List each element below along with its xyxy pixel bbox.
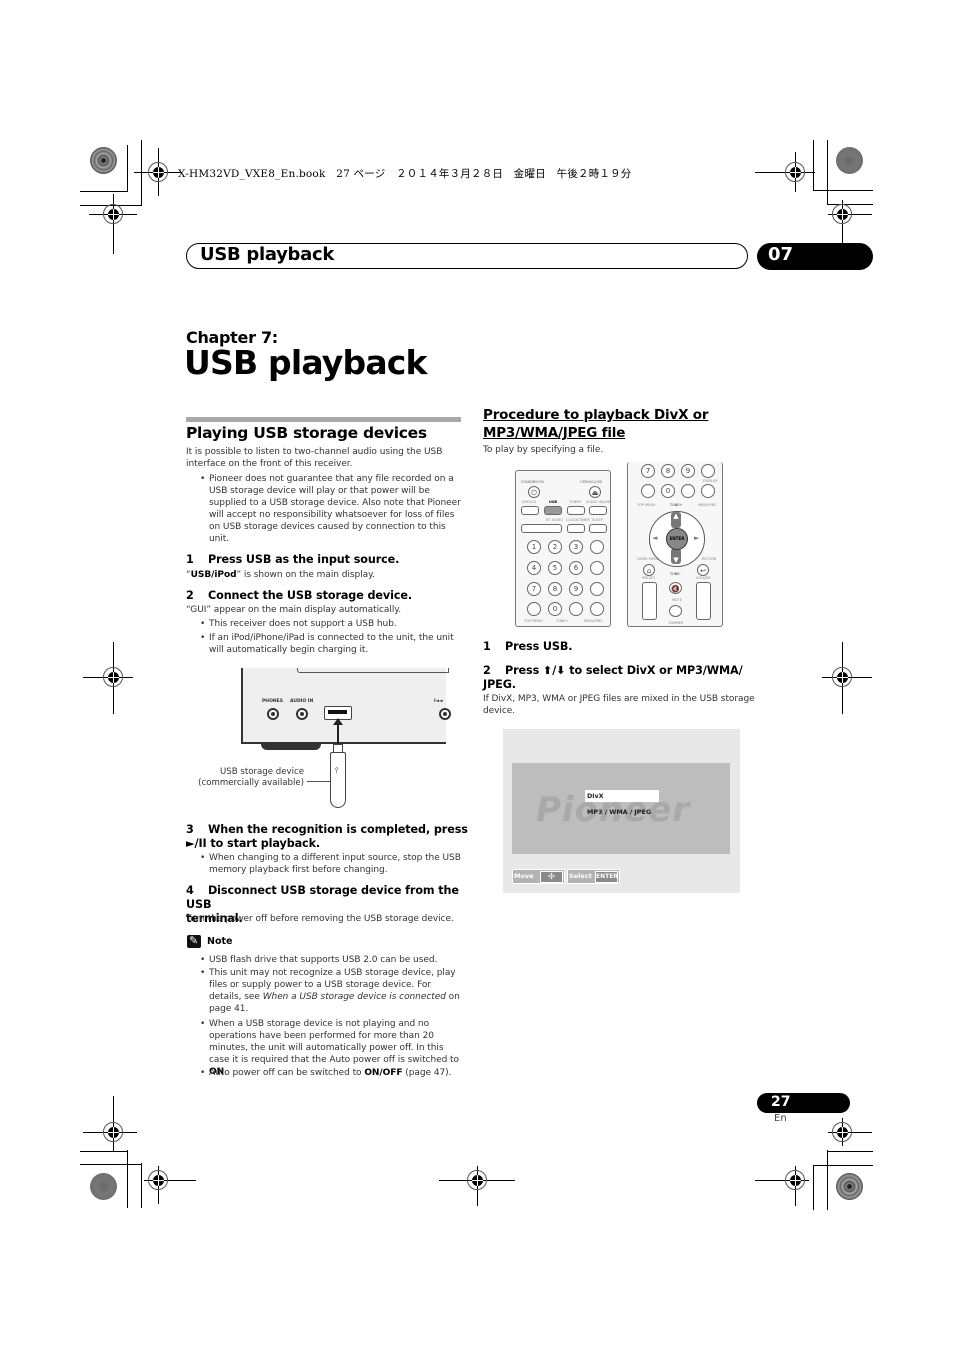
crop-mark	[141, 140, 142, 206]
right-step-2-title: 2 Press ⬆/⬇ to select DivX or MP3/WMA/JPE…	[483, 664, 743, 691]
crop-mark	[827, 204, 873, 205]
crop-mark	[127, 1150, 128, 1208]
procedure-intro: To play by specifying a file.	[483, 445, 604, 455]
remote-up-arrow-icon: ▲	[671, 512, 681, 528]
note-bullet: USB flash drive that supports USB 2.0 ca…	[186, 954, 466, 966]
registration-swirl-icon	[836, 147, 863, 174]
registration-swirl-icon	[90, 147, 117, 174]
step-1-title: 1 Press USB as the input source.	[186, 553, 400, 566]
crop-mark	[80, 1151, 128, 1152]
crop-mark	[813, 1165, 814, 1210]
remote-navigation-illustration: 7 8 9 DISPLAY 0 TOP MENU MENU/PBC TUNE+ …	[627, 462, 723, 627]
skip-label: I◄◄	[434, 699, 443, 704]
remote-return-icon: ↩	[697, 564, 709, 576]
remote-clock-button	[567, 524, 585, 533]
right-step-1-title: 1 Press USB.	[483, 640, 573, 653]
registration-swirl-icon	[836, 1173, 863, 1200]
menu-item-mp3-wma-jpeg[interactable]: MP3 / WMA / JPEG	[587, 808, 651, 816]
crop-mark	[80, 191, 128, 192]
remote-tuner-button	[567, 506, 585, 515]
section-divider	[186, 417, 461, 422]
insert-arrow-line	[337, 722, 339, 744]
move-arrows-icon: ✣	[540, 871, 563, 883]
right-step-2-desc: If DivX, MP3, WMA or JPEG files are mixe…	[483, 694, 755, 716]
remote-control-illustration: STANDBY/ON OPEN/CLOSE ⏻ ⏏ DVD/CD USB TUN…	[515, 470, 611, 627]
receiver-foot	[261, 744, 321, 750]
crop-mark	[80, 1164, 142, 1165]
registration-swirl-icon	[90, 1173, 117, 1200]
remote-down-arrow-icon: ▼	[671, 548, 681, 564]
phones-label: PHONES	[262, 699, 283, 704]
crop-mark	[127, 145, 128, 192]
step-2-bullet: If an iPod/iPhone/iPad is connected to t…	[186, 632, 466, 656]
step-1-desc: “USB/iPod” is shown on the main display.	[186, 570, 375, 580]
section-title: Playing USB storage devices	[186, 424, 427, 442]
step-3-title: 3 When the recognition is completed, pres…	[186, 823, 468, 850]
crop-mark	[813, 190, 873, 191]
crop-mark	[141, 1163, 142, 1208]
note-pencil-icon	[187, 934, 201, 948]
enter-key-icon: ENTER	[595, 871, 618, 883]
remote-mute-icon: 🔇	[669, 582, 682, 594]
remote-right-arrow-icon: ►	[694, 534, 700, 542]
move-label: Move	[514, 872, 534, 880]
procedure-title: Procedure to playback DivX or MP3/WMA/JP…	[483, 407, 709, 441]
usb-device-callout: USB storage device (commercially availabl…	[198, 767, 304, 788]
remote-sleep-button	[589, 524, 607, 533]
chapter-title: USB playback	[184, 343, 428, 382]
remote-preset-rocker	[642, 582, 657, 620]
chapter-number: 07	[768, 244, 794, 265]
note-bullet: This unit may not recognize a USB storag…	[186, 967, 466, 1015]
menu-item-divx[interactable]: DivX	[587, 792, 604, 800]
note-label: Note	[207, 936, 233, 947]
remote-home-icon: ⌂	[643, 564, 655, 576]
remote-left-arrow-icon: ◄	[652, 534, 658, 542]
note-bullet: Auto power off can be switched to ON/OFF…	[186, 1067, 466, 1079]
select-label: Select	[569, 872, 592, 880]
usb-stick-icon	[330, 752, 346, 808]
crop-mark	[842, 226, 843, 244]
disc-slot	[297, 668, 449, 673]
step-2-desc: “GUI” appear on the main display automat…	[186, 605, 402, 615]
remote-dvd-button	[521, 506, 539, 515]
crop-mark	[813, 1165, 873, 1166]
callout-line	[307, 781, 330, 782]
step-2-title: 2 Connect the USB storage device.	[186, 589, 412, 602]
step-3-bullet: When changing to a different input sourc…	[186, 852, 466, 876]
audio-in-jack-icon	[296, 708, 308, 720]
phones-jack-icon	[267, 708, 279, 720]
print-header: X-HM32VD_VXE8_En.book 27 ページ ２０１４年３月２８日 …	[178, 168, 632, 180]
page-number: 27	[771, 1094, 791, 1110]
intro-bullet: Pioneer does not guarantee that any file…	[186, 473, 461, 545]
language-code: En	[774, 1113, 787, 1124]
knob-icon	[439, 708, 451, 720]
remote-audio-in-button	[589, 506, 607, 515]
remote-bt-audio-button	[521, 524, 562, 533]
remote-volume-rocker	[696, 582, 711, 620]
audio-in-label: AUDIO IN	[290, 699, 314, 704]
crop-mark	[827, 1151, 873, 1152]
crop-mark	[827, 1150, 828, 1210]
running-header-title: USB playback	[200, 244, 335, 265]
crop-mark	[827, 140, 828, 205]
intro-paragraph: It is possible to listen to two-channel …	[186, 447, 443, 469]
usb-symbol-icon: ⫯	[335, 766, 339, 775]
open-close-button-icon: ⏏	[589, 486, 601, 498]
crop-mark	[813, 140, 814, 190]
step-4-desc: Turn the power off before removing the U…	[186, 914, 454, 924]
standby-button-icon: ⏻	[528, 486, 540, 498]
remote-usb-button	[544, 506, 562, 515]
remote-enter-button: ENTER	[666, 528, 688, 550]
step-2-bullet: This receiver does not support a USB hub…	[186, 618, 466, 630]
